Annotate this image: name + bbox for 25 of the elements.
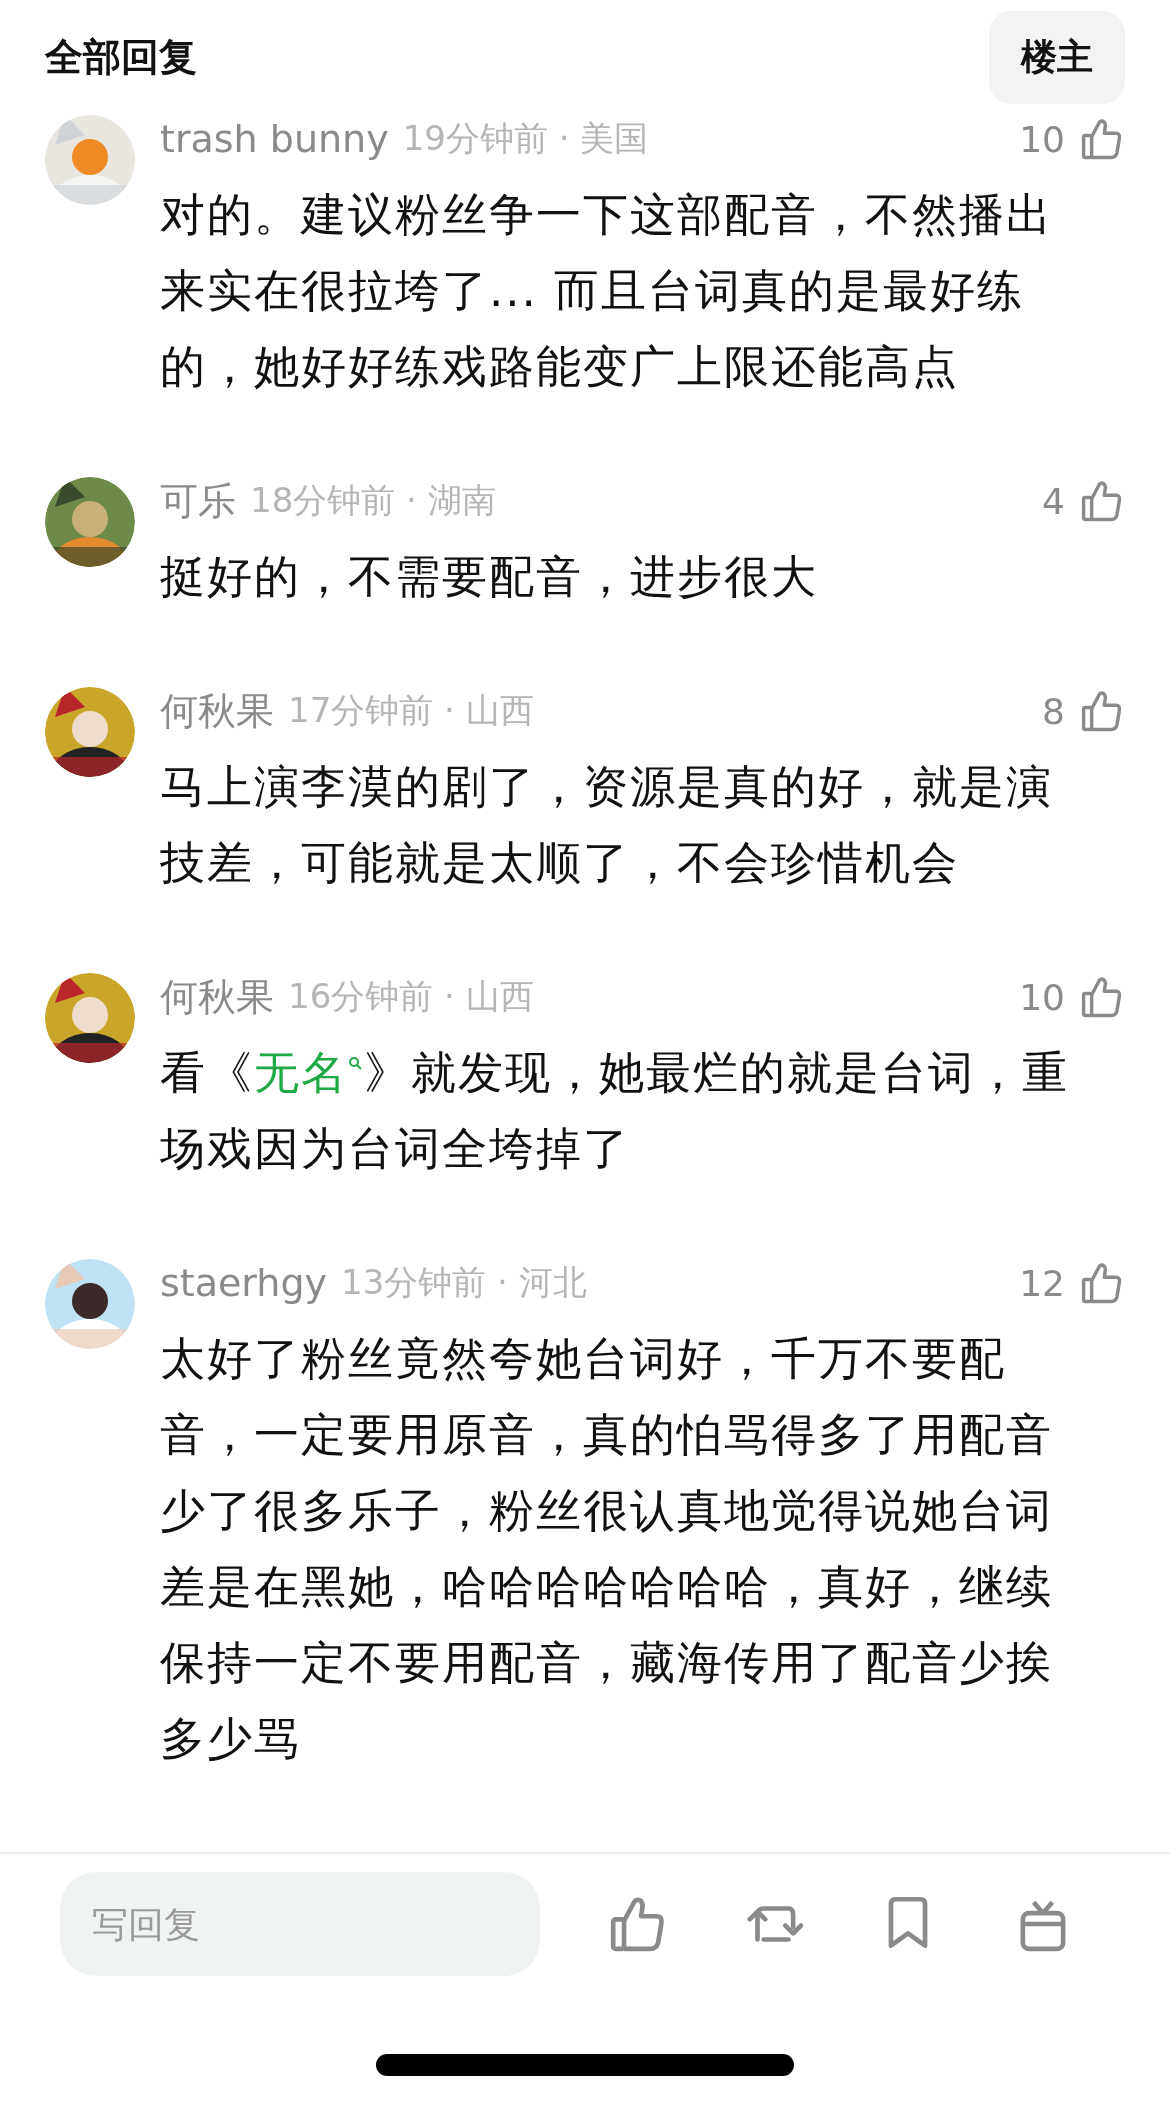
like-count: 10 [1019,976,1065,1018]
reply-field[interactable]: 写回复 [60,1872,540,1976]
username[interactable]: 可乐 [160,475,236,527]
username[interactable]: staerhgy [160,1261,327,1305]
comment-text: 挺好的，不需要配音，进步很大 [160,549,819,605]
comment-meta: 17分钟前 · 山西 [288,689,535,732]
comment-text: 马上演李漠的剧了，资源是真的好，就是演技差，可能就是太顺了，不会珍惜机会 [160,759,1054,891]
like-count: 10 [1019,118,1065,160]
username[interactable]: 何秋果 [160,685,274,737]
like-count: 12 [1019,1262,1065,1304]
header-title: 全部回复 [45,34,197,81]
username[interactable]: 何秋果 [160,971,274,1023]
comment-text: 看《无名 》就发现，她最烂的就是台词，重场戏因为台词全垮掉了 [160,1045,1070,1177]
comment-meta: 19分钟前 · 美国 [402,117,650,160]
comment-meta: 16分钟前 · 山西 [288,975,535,1018]
like-count: 8 [1042,690,1065,732]
search-icon [348,1056,364,1072]
comment-text: 太好了粉丝竟然夸她台词好，千万不要配音，一定要用原音，真的怕骂得多了用配音少了很多乐子，粉丝很认真地觉得说她台词差是在黑她，哈哈哈哈哈哈哈，真好，继续保持一定不要用配音，藏海传用了配音少挨多少骂 [160,1331,1054,1767]
username[interactable]: trash bunny [160,117,389,161]
topic-link[interactable]: 无名 [254,1046,364,1099]
like-count: 4 [1042,480,1065,522]
comment-meta: 18分钟前 · 湖南 [250,479,497,522]
comment-meta: 13分钟前 · 河北 [341,1261,588,1304]
comment-text: 对的。建议粉丝争一下这部配音，不然播出来实在很拉垮了... 而且台词真的是最好练的，她好好练戏路能变广上限还能高点 [160,187,1054,395]
op-filter-button[interactable]: 楼主 [989,11,1125,104]
